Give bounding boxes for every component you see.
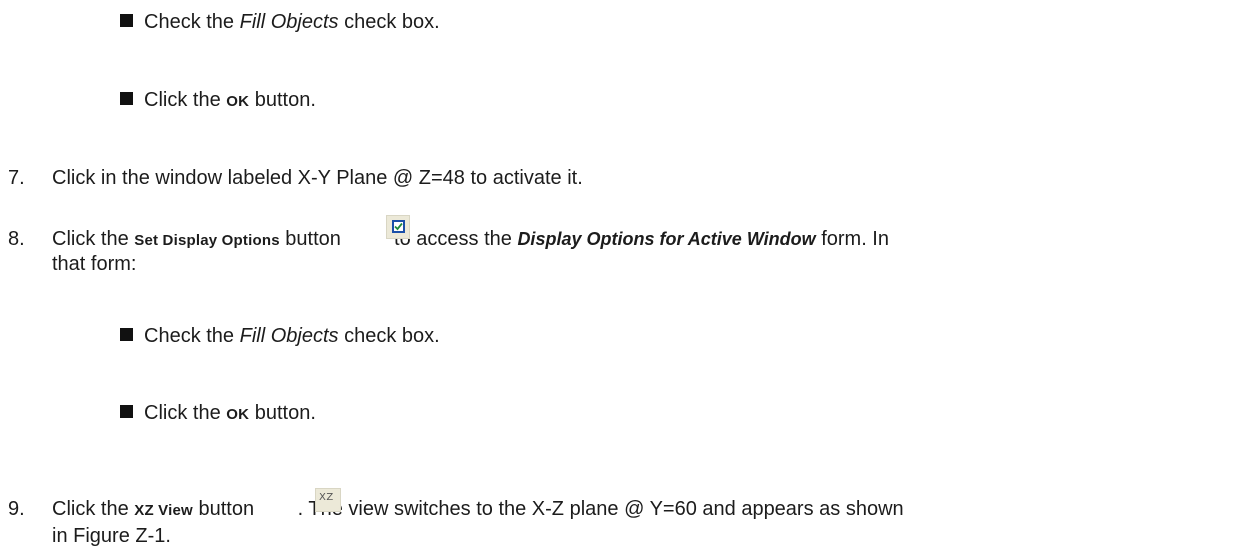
bullet-item-fill-objects-2: Check the Fill Objects check box. [120,324,440,348]
bullet-item-ok-1: Click the OK button. [120,88,316,114]
step-number: 9. [8,498,25,520]
xz-icon-label: XZ [319,492,334,503]
checkbox-icon [392,220,405,233]
square-bullet-icon [120,14,133,27]
step-text: Click in the window labeled X-Y Plane @ … [52,167,583,189]
bullet-item-fill-objects-1: Check the Fill Objects check box. [120,10,440,34]
step-8-continuation: that form: [52,253,137,275]
step-number: 7. [8,167,25,189]
set-display-options-label: Set Display Options [134,232,280,249]
bullet-item-ok-2: Click the OK button. [120,401,316,427]
set-display-options-button-icon [386,215,410,239]
xz-view-label: XZ View [134,502,193,519]
step-9-continuation: in Figure Z-1. [52,525,171,547]
xz-view-button-icon: XZ [315,488,341,512]
square-bullet-icon [120,328,133,341]
step-number: 8. [8,228,25,250]
square-bullet-icon [120,92,133,105]
square-bullet-icon [120,405,133,418]
